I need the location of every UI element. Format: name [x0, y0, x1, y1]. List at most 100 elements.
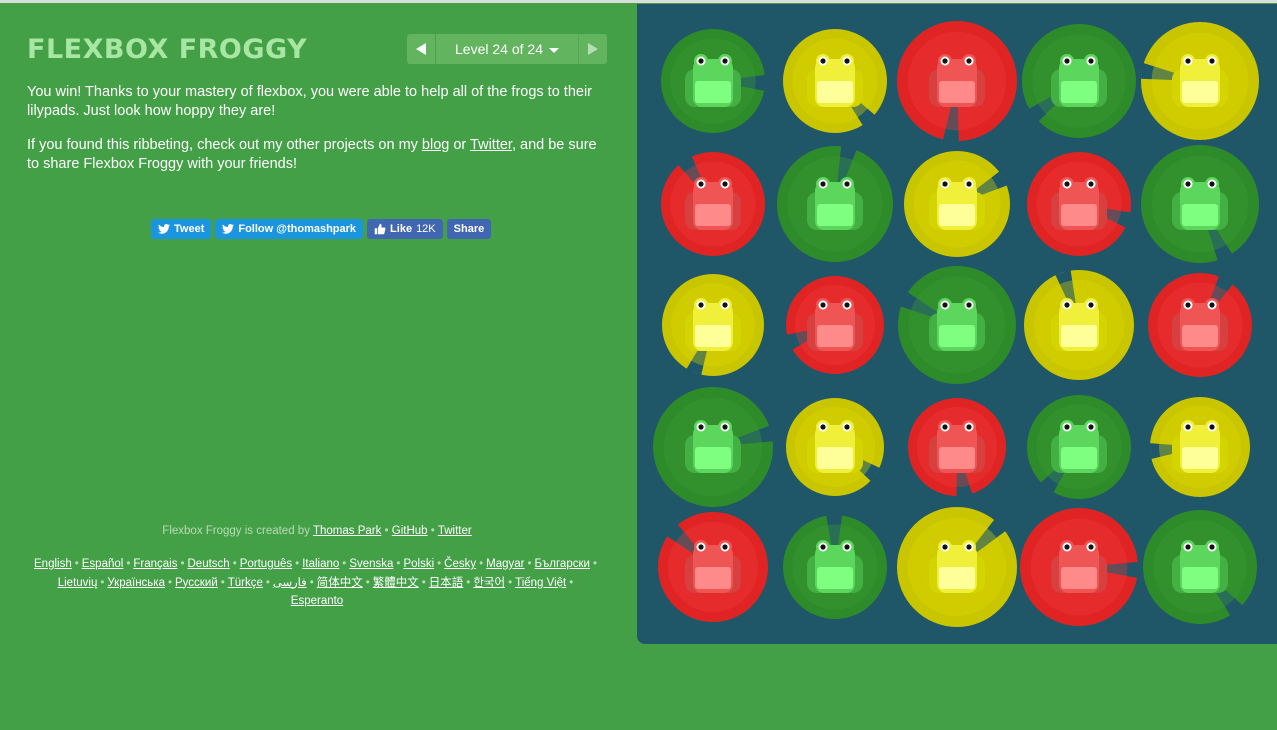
frog-belly: [817, 567, 853, 589]
frog-pupil: [942, 58, 948, 64]
frog-pupil: [844, 58, 850, 64]
frog-belly: [695, 81, 731, 103]
separator: •: [74, 558, 79, 570]
language-link[interactable]: 한국어: [473, 577, 505, 589]
language-link[interactable]: Svenska: [349, 558, 393, 570]
frog-belly: [1061, 204, 1097, 226]
github-link[interactable]: GitHub: [392, 525, 428, 537]
frog-belly: [817, 204, 853, 226]
language-link[interactable]: Italiano: [302, 558, 339, 570]
frog-pupil: [722, 181, 728, 187]
follow-button[interactable]: Follow @thomashpark: [215, 219, 364, 239]
frog-pupil: [722, 424, 728, 430]
frog-belly: [1182, 204, 1218, 226]
frog-belly: [1061, 447, 1097, 469]
green-frog-on-lilypad: [783, 514, 887, 619]
language-link[interactable]: Esperanto: [291, 595, 343, 607]
language-link[interactable]: Español: [82, 558, 124, 570]
language-link[interactable]: فارسی: [273, 577, 307, 589]
author-link[interactable]: Thomas Park: [313, 525, 381, 537]
frog-pupil: [1088, 302, 1094, 308]
previous-level-button[interactable]: [407, 34, 436, 64]
language-link[interactable]: Tiếng Việt: [515, 577, 566, 589]
red-frog-on-lilypad: [1020, 508, 1139, 626]
frog-pupil: [844, 302, 850, 308]
twitter-bird-icon: [158, 224, 170, 234]
language-link[interactable]: 繁體中文: [373, 577, 419, 589]
language-link[interactable]: English: [34, 558, 72, 570]
frog-pupil: [844, 181, 850, 187]
separator: •: [167, 576, 173, 589]
frog-belly: [695, 204, 731, 226]
like-count: 12K: [416, 223, 436, 235]
frog-pupil: [1088, 58, 1094, 64]
frog-pupil: [1064, 302, 1070, 308]
language-link[interactable]: Français: [133, 558, 177, 570]
yellow-frog-on-lilypad: [1140, 22, 1259, 140]
frog-pupil: [966, 302, 972, 308]
frog-pupil: [820, 58, 826, 64]
language-link[interactable]: Русский: [175, 577, 218, 589]
language-link[interactable]: 简体中文: [317, 577, 363, 589]
triangle-left-icon: [416, 43, 426, 55]
separator: •: [466, 576, 471, 589]
frog-pupil: [1209, 181, 1215, 187]
language-link[interactable]: Polski: [403, 558, 434, 570]
like-label: Like: [390, 223, 413, 235]
yellow-frog-on-lilypad: [783, 29, 887, 133]
green-frog-on-lilypad: [1022, 24, 1136, 138]
frog-pupil: [698, 424, 704, 430]
red-frog-on-lilypad: [1027, 152, 1131, 256]
language-link[interactable]: Lietuvių: [58, 577, 98, 589]
frog-belly: [939, 567, 975, 589]
language-list: English • Español • Français • Deutsch • Portugu…: [27, 555, 607, 611]
separator: •: [430, 525, 435, 537]
caret-down-icon: [548, 47, 559, 53]
separator: •: [180, 558, 185, 570]
tweet-label: Tweet: [174, 223, 205, 235]
frog-belly: [817, 81, 853, 103]
frog-pupil: [942, 181, 948, 187]
frog-pupil: [1088, 544, 1094, 550]
green-frog-on-lilypad: [1143, 510, 1257, 624]
credits: Flexbox Froggy is created by Thomas Park…: [27, 525, 607, 537]
red-frog-on-lilypad: [658, 512, 768, 622]
twitter-link[interactable]: Twitter: [470, 137, 512, 153]
level-indicator-dropdown[interactable]: Level 24 of 24: [436, 34, 578, 64]
facebook-like-button[interactable]: Like 12K: [367, 219, 443, 239]
yellow-frog-on-lilypad: [904, 151, 1010, 257]
language-link[interactable]: Українська: [107, 577, 165, 589]
frog-pupil: [942, 544, 948, 550]
frog-pupil: [966, 181, 972, 187]
frog-pupil: [1064, 544, 1070, 550]
yellow-frog-on-lilypad: [1024, 269, 1134, 380]
frog-pupil: [722, 544, 728, 550]
separator: •: [342, 558, 347, 570]
frog-pupil: [820, 302, 826, 308]
frog-pupil: [1209, 302, 1215, 308]
language-link[interactable]: Česky: [444, 558, 476, 570]
language-link[interactable]: Türkçe: [228, 577, 263, 589]
thumbs-up-icon: [374, 223, 386, 235]
follow-label: Follow @thomashpark: [238, 223, 357, 235]
separator: •: [396, 558, 401, 570]
frog-pupil: [1185, 181, 1191, 187]
separator: •: [508, 576, 513, 589]
facebook-share-button[interactable]: Share: [446, 219, 492, 239]
separator: •: [592, 558, 597, 570]
frog-belly: [1182, 447, 1218, 469]
language-link[interactable]: 日本語: [429, 577, 464, 589]
yellow-frog-on-lilypad: [662, 274, 764, 376]
credits-twitter-link[interactable]: Twitter: [438, 525, 472, 537]
tweet-button[interactable]: Tweet: [151, 219, 212, 239]
language-link[interactable]: Deutsch: [188, 558, 230, 570]
frog-pupil: [942, 424, 948, 430]
language-link[interactable]: Português: [240, 558, 292, 570]
red-frog-on-lilypad: [1148, 273, 1252, 377]
language-link[interactable]: Magyar: [486, 558, 524, 570]
language-link[interactable]: Български: [535, 558, 590, 570]
frog-belly: [1061, 567, 1097, 589]
next-level-button[interactable]: [578, 34, 607, 64]
blog-link[interactable]: blog: [422, 137, 449, 153]
separator: •: [527, 558, 532, 570]
